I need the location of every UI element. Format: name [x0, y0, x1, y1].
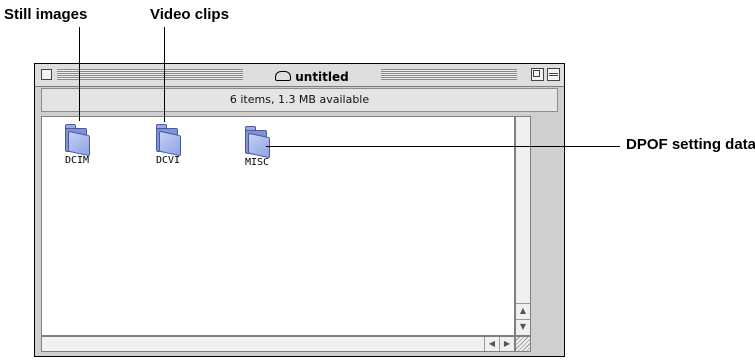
collapse-box-icon[interactable]: [547, 68, 560, 81]
folder-dcvi[interactable]: DCVI: [138, 124, 198, 166]
title-bar[interactable]: untitled: [35, 64, 564, 87]
folder-icon: [244, 126, 270, 159]
folder-icon: [155, 124, 181, 157]
window-info-bar: 6 items, 1.3 MB available: [41, 88, 558, 112]
scroll-up-icon[interactable]: ▲: [516, 303, 530, 318]
title-stripes: [57, 69, 243, 80]
window-title-text: untitled: [295, 69, 349, 84]
folder-misc[interactable]: MISC: [227, 126, 287, 168]
folder-label: DCVI: [155, 155, 181, 166]
horizontal-scrollbar[interactable]: ◀ ▶: [41, 336, 515, 352]
resize-grip-icon[interactable]: [515, 336, 531, 352]
folder-icon: [64, 124, 90, 157]
finder-window: untitled 6 items, 1.3 MB available DCIM …: [34, 63, 565, 357]
folder-dcim[interactable]: DCIM: [47, 124, 107, 166]
disk-icon: [275, 70, 292, 81]
scroll-down-icon[interactable]: ▼: [516, 319, 530, 334]
folder-label: MISC: [244, 157, 270, 168]
callout-video-clips: Video clips: [150, 6, 229, 23]
scroll-right-icon[interactable]: ▶: [499, 337, 514, 351]
vertical-scrollbar[interactable]: ▲ ▼: [515, 116, 531, 336]
leader-line-still-images: [79, 27, 80, 121]
leader-line-video-clips: [164, 27, 165, 122]
zoom-box-icon[interactable]: [531, 68, 544, 81]
window-content[interactable]: DCIM DCVI MISC: [41, 116, 515, 336]
scroll-left-icon[interactable]: ◀: [484, 337, 499, 351]
window-title: untitled: [247, 66, 377, 84]
title-stripes: [381, 69, 517, 80]
close-box-icon[interactable]: [41, 69, 52, 80]
callout-still-images: Still images: [4, 6, 88, 23]
folder-label: DCIM: [64, 155, 90, 166]
leader-line-dpof: [266, 146, 620, 147]
callout-dpof: DPOF setting data: [626, 136, 755, 153]
